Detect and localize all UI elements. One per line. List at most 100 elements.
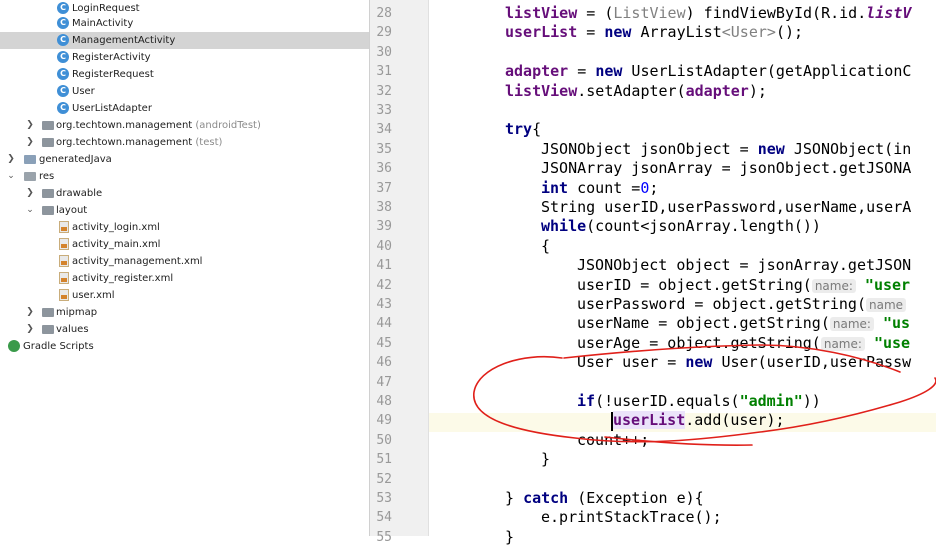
line-number: 47 — [376, 374, 392, 390]
chevron-right-icon[interactable]: ❯ — [6, 151, 16, 168]
tree-item-package-androidtest[interactable]: ❯ org.techtown.management (androidTest) — [0, 117, 369, 134]
code-line: } — [505, 527, 515, 546]
line-number: 34 — [376, 122, 392, 138]
tree-item-label: MainActivity — [72, 18, 134, 29]
code-line: userAge = object.getString(name: "use — [577, 334, 910, 353]
chevron-right-icon[interactable]: ❯ — [25, 321, 35, 338]
code-token: userName = object.getString( — [577, 314, 830, 333]
code-token: (Exception e){ — [568, 489, 704, 507]
tree-item-layout-file[interactable]: activity_main.xml — [0, 236, 369, 253]
package-suffix: (test) — [195, 137, 223, 148]
xml-file-icon — [59, 272, 69, 284]
line-number: 53 — [376, 491, 392, 506]
code-line: count++; — [577, 430, 650, 449]
xml-file-icon — [59, 289, 69, 301]
code-line: } catch (Exception e){ — [505, 489, 704, 508]
line-number: 39 — [376, 219, 392, 235]
tree-item-label: activity_main.xml — [72, 239, 161, 250]
package-folder-icon — [42, 138, 54, 147]
package-folder-icon — [42, 121, 54, 130]
tree-item-label: generatedJava — [39, 154, 112, 165]
chevron-down-icon[interactable]: ⌄ — [6, 168, 16, 185]
code-token: UserListAdapter(getApplicationC — [622, 62, 912, 81]
tree-item-managementactivity[interactable]: C ManagementActivity — [0, 32, 369, 49]
line-number: 46 — [376, 355, 392, 371]
tree-item-layout-file[interactable]: user.xml — [0, 287, 369, 304]
line-number: 32 — [376, 83, 392, 99]
code-line: e.printStackTrace(); — [541, 508, 722, 527]
package-name: org.techtown.management — [56, 137, 193, 148]
class-icon: C — [57, 51, 69, 63]
code-token: new — [685, 353, 713, 372]
code-token: ; — [649, 178, 659, 197]
tree-item-label: RegisterActivity — [72, 52, 151, 63]
class-icon: C — [57, 102, 69, 114]
tree-item-user[interactable]: C User — [0, 83, 369, 100]
code-line: try{ — [505, 120, 541, 139]
tree-item-registerrequest[interactable]: C RegisterRequest — [0, 66, 369, 83]
code-token: new — [604, 23, 632, 42]
chevron-right-icon[interactable]: ❯ — [25, 117, 35, 134]
package-name: org.techtown.management — [56, 120, 193, 131]
tree-item-userlistadapter[interactable]: C UserListAdapter — [0, 100, 369, 117]
resource-folder-icon — [24, 172, 36, 181]
code-line: int count =0; — [541, 179, 658, 198]
code-token: ListView — [613, 4, 686, 22]
line-number: 29 — [376, 25, 392, 41]
param-hint: name: — [820, 336, 865, 351]
code-token: adapter — [685, 81, 749, 100]
tree-item-gradle-scripts[interactable]: Gradle Scripts — [0, 338, 369, 355]
tree-item-res[interactable]: ⌄ res — [0, 168, 369, 185]
tree-item-values[interactable]: ❯ values — [0, 321, 369, 338]
chevron-down-icon[interactable]: ⌄ — [25, 202, 35, 219]
code-token: JSONObject jsonObject = — [541, 139, 758, 158]
code-token: (count<jsonArray.length()) — [586, 217, 821, 236]
tree-item-layout-file[interactable]: activity_management.xml — [0, 253, 369, 270]
code-line: userPassword = object.getString(name — [577, 295, 907, 314]
tree-item-registeractivity[interactable]: C RegisterActivity — [0, 49, 369, 66]
chevron-right-icon[interactable]: ❯ — [25, 304, 35, 321]
class-icon: C — [57, 85, 69, 97]
project-tree-panel: C LoginRequest C MainActivity C Manageme… — [0, 0, 369, 536]
param-hint: name — [865, 298, 907, 312]
xml-file-icon — [59, 238, 69, 250]
chevron-right-icon[interactable]: ❯ — [25, 185, 35, 202]
code-token: )) — [802, 392, 821, 410]
tree-item-drawable[interactable]: ❯ drawable — [0, 185, 369, 202]
code-line: userList = new ArrayList<User>(); — [505, 23, 803, 42]
tree-item-label: Gradle Scripts — [23, 341, 94, 352]
code-token: userList — [613, 411, 686, 430]
tree-item-label: ManagementActivity — [72, 35, 176, 46]
tree-item-layout-file[interactable]: activity_login.xml — [0, 219, 369, 236]
code-token: (); — [775, 23, 804, 42]
code-line: listView = (ListView) findViewById(R.id.… — [505, 4, 911, 23]
code-token: count = — [568, 178, 641, 197]
xml-file-icon — [59, 221, 69, 233]
line-number: 48 — [376, 394, 392, 409]
tree-item-label: mipmap — [56, 307, 98, 318]
code-token: catch — [523, 489, 569, 507]
code-token: } — [505, 489, 524, 507]
code-token: new — [595, 62, 623, 81]
tree-item-label: activity_management.xml — [72, 256, 203, 267]
tree-item-package-test[interactable]: ❯ org.techtown.management (test) — [0, 134, 369, 151]
class-icon: C — [57, 68, 69, 80]
line-number: 28 — [376, 6, 392, 21]
code-line: while(count<jsonArray.length()) — [541, 217, 821, 236]
line-number: 40 — [376, 238, 392, 254]
tree-item-label: activity_register.xml — [72, 273, 174, 284]
tree-item-mipmap[interactable]: ❯ mipmap — [0, 304, 369, 321]
tree-item-layout-file[interactable]: activity_register.xml — [0, 270, 369, 287]
package-suffix: (androidTest) — [195, 120, 261, 131]
chevron-right-icon[interactable]: ❯ — [25, 134, 35, 151]
code-line: { — [541, 236, 551, 255]
tree-item-layout[interactable]: ⌄ layout — [0, 202, 369, 219]
folder-icon — [42, 308, 54, 317]
folder-icon — [42, 325, 54, 334]
code-line: if(!userID.equals("admin")) — [577, 392, 821, 411]
code-token: if — [577, 392, 596, 410]
tree-item-generatedjava[interactable]: ❯ generatedJava — [0, 151, 369, 168]
code-line: userName = object.getString(name: "us — [577, 314, 910, 333]
tree-item-mainactivity[interactable]: C MainActivity — [0, 15, 369, 32]
code-token: JSONObject(in — [784, 139, 912, 158]
